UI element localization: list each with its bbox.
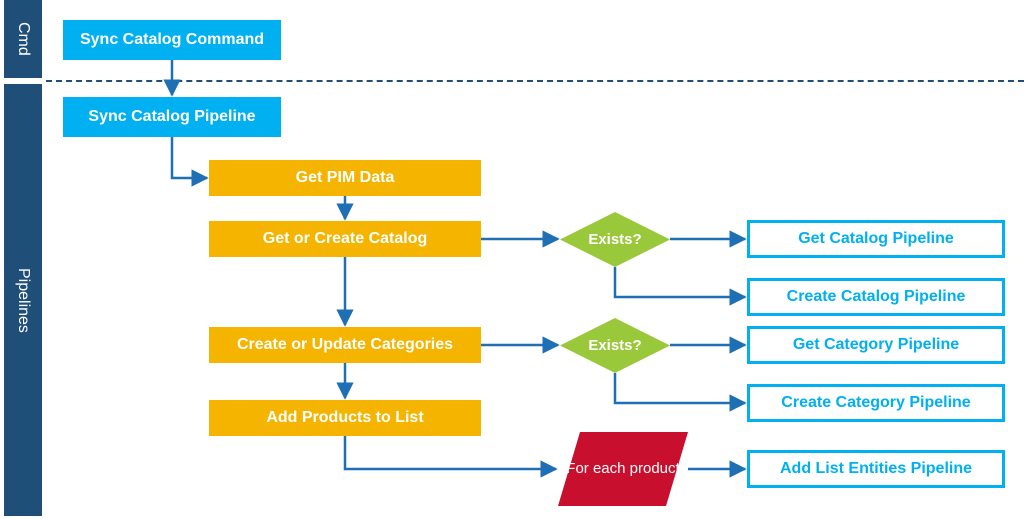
swimlane-divider bbox=[46, 80, 1024, 82]
node-sync-catalog-command-label: Sync Catalog Command bbox=[80, 31, 264, 49]
swimlane-pipelines: Pipelines bbox=[4, 84, 42, 516]
node-get-or-create-catalog-label: Get or Create Catalog bbox=[263, 230, 427, 248]
node-get-pim-data-label: Get PIM Data bbox=[296, 169, 395, 187]
node-exists-1: Exists? bbox=[560, 212, 670, 267]
node-get-catalog-pipeline-label: Get Catalog Pipeline bbox=[798, 230, 954, 248]
node-sync-catalog-command: Sync Catalog Command bbox=[63, 20, 281, 60]
node-add-products-to-list: Add Products to List bbox=[209, 400, 481, 436]
node-for-each-product-label: For each product bbox=[566, 460, 679, 478]
node-create-or-update-categories-label: Create or Update Categories bbox=[237, 336, 453, 354]
node-add-products-to-list-label: Add Products to List bbox=[266, 409, 423, 427]
node-for-each-product: For each product bbox=[558, 432, 688, 506]
swimlane-cmd-label: Cmd bbox=[14, 22, 32, 56]
node-sync-catalog-pipeline: Sync Catalog Pipeline bbox=[63, 97, 281, 137]
node-create-or-update-categories: Create or Update Categories bbox=[209, 327, 481, 363]
node-create-catalog-pipeline-label: Create Catalog Pipeline bbox=[787, 288, 966, 306]
node-exists-2-label: Exists? bbox=[588, 337, 641, 354]
swimlane-pipelines-label: Pipelines bbox=[14, 268, 32, 333]
node-create-category-pipeline-label: Create Category Pipeline bbox=[781, 394, 970, 412]
node-sync-catalog-pipeline-label: Sync Catalog Pipeline bbox=[88, 108, 255, 126]
node-exists-2: Exists? bbox=[560, 318, 670, 373]
node-create-category-pipeline: Create Category Pipeline bbox=[747, 384, 1005, 422]
node-get-pim-data: Get PIM Data bbox=[209, 160, 481, 196]
flow-connectors bbox=[0, 0, 1024, 519]
node-get-or-create-catalog: Get or Create Catalog bbox=[209, 221, 481, 257]
node-get-category-pipeline-label: Get Category Pipeline bbox=[793, 336, 959, 354]
node-exists-1-label: Exists? bbox=[588, 231, 641, 248]
node-get-category-pipeline: Get Category Pipeline bbox=[747, 326, 1005, 364]
node-get-catalog-pipeline: Get Catalog Pipeline bbox=[747, 220, 1005, 258]
node-add-list-entities-pipeline-label: Add List Entities Pipeline bbox=[780, 460, 972, 478]
node-add-list-entities-pipeline: Add List Entities Pipeline bbox=[747, 450, 1005, 488]
node-create-catalog-pipeline: Create Catalog Pipeline bbox=[747, 278, 1005, 316]
swimlane-cmd: Cmd bbox=[4, 0, 42, 78]
